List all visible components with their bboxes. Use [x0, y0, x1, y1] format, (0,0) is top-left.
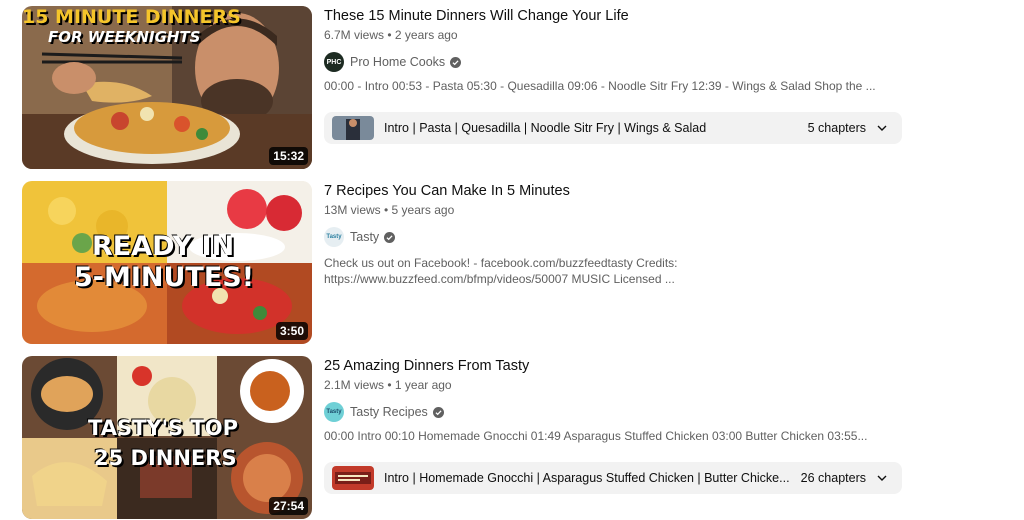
- channel-avatar[interactable]: Tasty: [324, 402, 344, 422]
- video-title[interactable]: These 15 Minute Dinners Will Change Your…: [324, 6, 924, 26]
- channel-link[interactable]: PHC Pro Home Cooks: [324, 50, 462, 74]
- chevron-down-icon[interactable]: [876, 122, 888, 134]
- video-meta: 6.7M views • 2 years ago: [324, 28, 458, 42]
- thumbnail-subheadline: 25 DINNERS: [94, 446, 237, 470]
- video-info: 7 Recipes You Can Make In 5 Minutes 13M …: [324, 181, 924, 286]
- video-meta: 13M views • 5 years ago: [324, 203, 455, 217]
- channel-name[interactable]: Tasty: [350, 230, 379, 244]
- chevron-down-icon[interactable]: [876, 472, 888, 484]
- video-thumbnail[interactable]: TASTY'S TOP 25 DINNERS 27:54: [22, 356, 312, 519]
- channel-name[interactable]: Pro Home Cooks: [350, 55, 445, 69]
- thumbnail-headline: READY IN: [92, 231, 235, 262]
- video-description: 00:00 - Intro 00:53 - Pasta 05:30 - Ques…: [324, 79, 876, 93]
- chapters-list: Intro | Pasta | Quesadilla | Noodle Sitr…: [384, 121, 707, 135]
- thumbnail-subheadline: 5-MINUTES!: [74, 262, 255, 293]
- chapters-list: Intro | Homemade Gnocchi | Asparagus Stu…: [384, 471, 790, 485]
- video-thumbnail[interactable]: READY IN 5-MINUTES! 3:50: [22, 181, 312, 344]
- video-title[interactable]: 7 Recipes You Can Make In 5 Minutes: [324, 181, 924, 201]
- video-description: Check us out on Facebook! - facebook.com…: [324, 256, 678, 286]
- channel-link[interactable]: Tasty Tasty: [324, 225, 396, 249]
- video-thumbnail[interactable]: 15 MINUTE DINNERS FOR WEEKNIGHTS 15:32: [22, 6, 312, 169]
- chapter-thumbnail: [332, 466, 374, 490]
- channel-name[interactable]: Tasty Recipes: [350, 405, 428, 419]
- chapters-count: 5 chapters: [807, 121, 866, 135]
- verified-check-icon: [432, 406, 444, 418]
- video-description: 00:00 Intro 00:10 Homemade Gnocchi 01:49…: [324, 429, 868, 443]
- thumbnail-headline: 15 MINUTE DINNERS: [22, 6, 241, 28]
- video-result[interactable]: READY IN 5-MINUTES! 3:50 7 Recipes You C…: [22, 181, 922, 345]
- channel-avatar[interactable]: Tasty: [324, 227, 344, 247]
- video-title[interactable]: 25 Amazing Dinners From Tasty: [324, 356, 924, 376]
- verified-check-icon: [384, 231, 396, 243]
- video-result[interactable]: 15 MINUTE DINNERS FOR WEEKNIGHTS 15:32 T…: [22, 6, 922, 170]
- video-result[interactable]: TASTY'S TOP 25 DINNERS 27:54 25 Amazing …: [22, 356, 922, 520]
- chapter-thumbnail: [332, 116, 374, 140]
- video-duration: 27:54: [269, 497, 308, 515]
- video-duration: 3:50: [275, 322, 308, 340]
- video-meta: 2.1M views • 1 year ago: [324, 378, 452, 392]
- thumbnail-headline: TASTY'S TOP: [88, 416, 239, 440]
- channel-link[interactable]: Tasty Tasty Recipes: [324, 400, 444, 424]
- chapters-bar[interactable]: Intro | Pasta | Quesadilla | Noodle Sitr…: [324, 112, 902, 144]
- video-duration: 15:32: [269, 147, 308, 165]
- channel-avatar[interactable]: PHC: [324, 52, 344, 72]
- video-info: These 15 Minute Dinners Will Change Your…: [324, 6, 924, 144]
- chapters-bar[interactable]: Intro | Homemade Gnocchi | Asparagus Stu…: [324, 462, 902, 494]
- thumbnail-subheadline: FOR WEEKNIGHTS: [48, 28, 201, 46]
- video-info: 25 Amazing Dinners From Tasty 2.1M views…: [324, 356, 924, 494]
- verified-check-icon: [450, 56, 462, 68]
- chapters-count: 26 chapters: [800, 471, 866, 485]
